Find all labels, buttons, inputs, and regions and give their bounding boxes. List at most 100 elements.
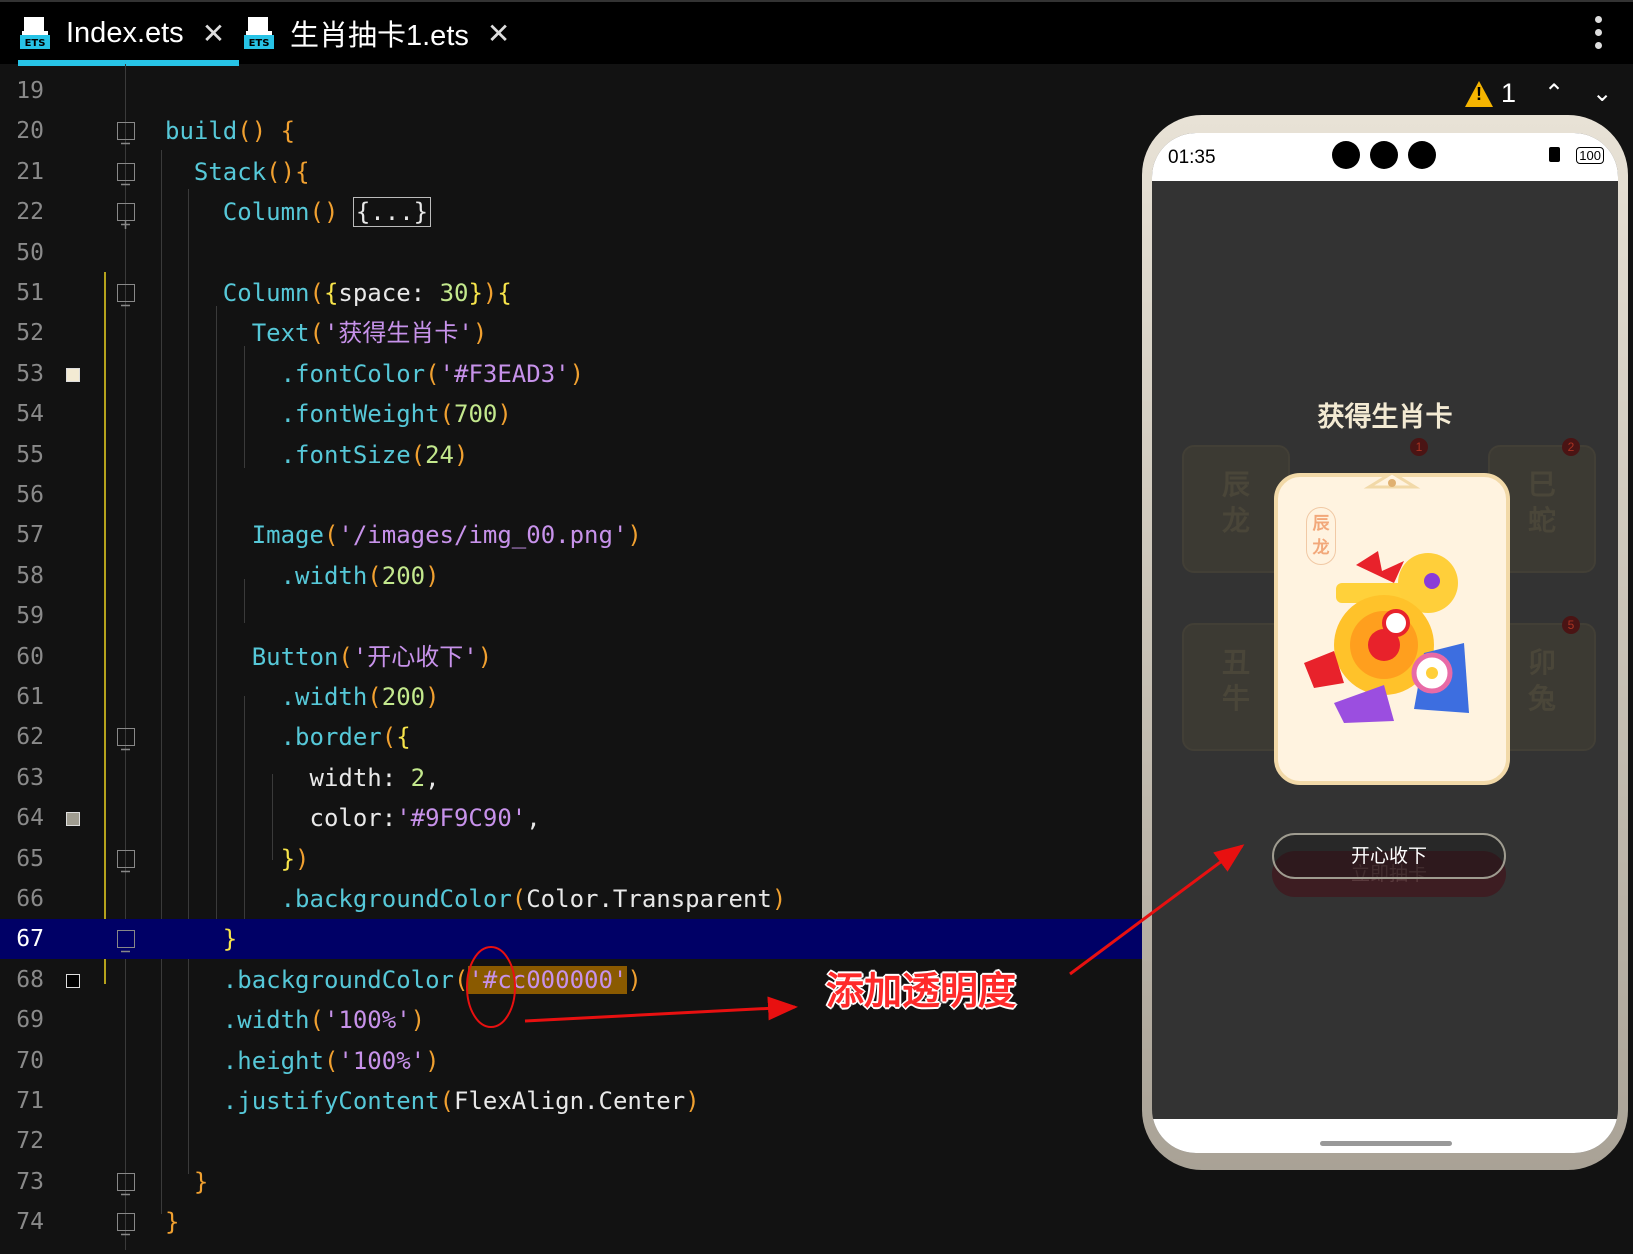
- tab-label: 生肖抽卡1.ets: [290, 20, 469, 52]
- chevron-up-icon[interactable]: ⌃: [1544, 79, 1564, 108]
- line-number[interactable]: 60: [0, 637, 44, 677]
- fold-collapse-icon[interactable]: [117, 728, 135, 751]
- status-bar: 01:35 100: [1152, 133, 1618, 181]
- code-text[interactable]: build() {: [165, 111, 295, 151]
- more-options-icon[interactable]: [1595, 16, 1603, 55]
- phone-screen: 01:35 100 辰龙 1 巳蛇 2 丑牛 卯兔 5 获得生肖卡 辰龙 立即抽…: [1152, 133, 1618, 1153]
- fold-collapse-icon[interactable]: [117, 162, 135, 186]
- line-number[interactable]: 62: [0, 717, 44, 757]
- line-number[interactable]: 56: [0, 475, 44, 515]
- fold-expand-icon[interactable]: [117, 203, 135, 230]
- line-number[interactable]: 69: [0, 1000, 44, 1040]
- warning-count: 1: [1501, 78, 1517, 108]
- line-number[interactable]: 72: [0, 1121, 44, 1161]
- code-text[interactable]: .justifyContent(FlexAlign.Center): [165, 1081, 700, 1121]
- tab-zodiac-card-ets[interactable]: ETS 生肖抽卡1.ets ✕: [242, 2, 510, 64]
- fold-collapse-icon[interactable]: [117, 122, 135, 145]
- code-line[interactable]: 74}: [0, 1202, 1633, 1242]
- color-swatch-icon[interactable]: [66, 973, 80, 988]
- close-icon[interactable]: ✕: [202, 17, 225, 50]
- card-badge: 2: [1562, 438, 1580, 456]
- zodiac-card: 辰龙: [1274, 473, 1510, 785]
- home-indicator[interactable]: [1320, 1141, 1452, 1146]
- code-text[interactable]: .width(200): [165, 677, 440, 717]
- line-number[interactable]: 61: [0, 677, 44, 717]
- accept-button[interactable]: 开心收下: [1272, 833, 1506, 879]
- fold-collapse-icon[interactable]: [117, 930, 135, 953]
- line-number[interactable]: 22: [0, 192, 44, 232]
- line-number[interactable]: 53: [0, 354, 44, 394]
- line-number[interactable]: 66: [0, 879, 44, 919]
- line-number[interactable]: 73: [0, 1162, 44, 1202]
- code-text[interactable]: }: [165, 919, 237, 959]
- code-text[interactable]: .backgroundColor(Color.Transparent): [165, 879, 787, 919]
- code-text[interactable]: .border({: [165, 717, 411, 757]
- code-text[interactable]: width: 2,: [165, 758, 439, 798]
- code-text[interactable]: Column() {...}: [165, 192, 432, 232]
- preview-title: 获得生肖卡: [1317, 402, 1453, 433]
- line-number[interactable]: 65: [0, 839, 44, 879]
- tab-index-ets[interactable]: ETS Index.ets ✕: [18, 2, 240, 66]
- code-text[interactable]: }: [165, 1162, 208, 1202]
- line-number[interactable]: 50: [0, 233, 44, 273]
- line-number[interactable]: 74: [0, 1202, 44, 1242]
- code-text[interactable]: Button('开心收下'): [165, 637, 493, 677]
- status-time: 01:35: [1168, 147, 1216, 168]
- ghost-card-text: 辰龙: [1221, 468, 1250, 537]
- code-text[interactable]: Stack(){: [165, 152, 310, 192]
- fold-collapse-icon[interactable]: [117, 1172, 135, 1196]
- code-line[interactable]: 67 }: [0, 919, 1145, 960]
- line-number[interactable]: 57: [0, 515, 44, 555]
- line-number[interactable]: 70: [0, 1041, 44, 1081]
- code-text[interactable]: .backgroundColor('#cc000000'): [165, 960, 642, 1000]
- line-number[interactable]: 63: [0, 758, 44, 798]
- line-number[interactable]: 64: [0, 798, 44, 838]
- ets-file-icon: ETS: [242, 15, 276, 51]
- navigation-bar: [1152, 1119, 1618, 1153]
- line-number[interactable]: 59: [0, 596, 44, 636]
- svg-text:ETS: ETS: [249, 38, 270, 49]
- dragon-illustration: [1304, 473, 1469, 723]
- line-number[interactable]: 20: [0, 111, 44, 151]
- fold-collapse-icon[interactable]: [117, 1213, 135, 1236]
- code-line[interactable]: 19: [0, 71, 1633, 111]
- line-number[interactable]: 52: [0, 313, 44, 353]
- code-text[interactable]: .fontWeight(700): [165, 394, 512, 434]
- color-swatch-icon[interactable]: [66, 812, 80, 827]
- code-text[interactable]: Image('/images/img_00.png'): [165, 515, 642, 555]
- line-number[interactable]: 71: [0, 1081, 44, 1121]
- line-number[interactable]: 54: [0, 394, 44, 434]
- code-text[interactable]: .height('100%'): [165, 1041, 440, 1081]
- line-number[interactable]: 51: [0, 273, 44, 313]
- code-text[interactable]: }): [165, 839, 310, 879]
- fold-collapse-icon[interactable]: [117, 849, 135, 872]
- line-number[interactable]: 68: [0, 960, 44, 1000]
- code-text[interactable]: Column({space: 30}){: [165, 273, 512, 313]
- line-number[interactable]: 19: [0, 71, 44, 111]
- ets-file-icon: ETS: [18, 15, 52, 51]
- code-text[interactable]: color:'#9F9C90',: [165, 798, 540, 838]
- inspection-widget[interactable]: 1 ⌃ ⌄: [1465, 78, 1612, 109]
- code-text[interactable]: Text('获得生肖卡'): [165, 313, 488, 353]
- lock-icon: [1549, 147, 1560, 162]
- line-number[interactable]: 55: [0, 435, 44, 475]
- code-text[interactable]: .fontColor('#F3EAD3'): [165, 354, 584, 394]
- card-badge: 5: [1562, 616, 1580, 634]
- code-text[interactable]: .width('100%'): [165, 1000, 425, 1040]
- card-badge: 1: [1410, 438, 1428, 456]
- device-preview: 01:35 100 辰龙 1 巳蛇 2 丑牛 卯兔 5 获得生肖卡 辰龙 立即抽…: [1142, 115, 1628, 1170]
- line-number[interactable]: 58: [0, 556, 44, 596]
- line-number[interactable]: 67: [0, 919, 44, 959]
- chevron-down-icon[interactable]: ⌄: [1592, 79, 1612, 108]
- code-text[interactable]: .fontSize(24): [165, 435, 469, 475]
- code-text[interactable]: }: [165, 1202, 179, 1242]
- color-swatch-icon[interactable]: [66, 367, 80, 382]
- battery-icon: 100: [1576, 147, 1604, 164]
- code-text[interactable]: .width(200): [165, 556, 440, 596]
- annotation-label: 添加透明度: [826, 969, 1017, 1013]
- fold-collapse-icon[interactable]: [117, 284, 135, 307]
- camera-icon: [1332, 141, 1360, 169]
- line-number[interactable]: 21: [0, 152, 44, 192]
- close-icon[interactable]: ✕: [487, 17, 510, 50]
- ghost-card-text: 丑牛: [1221, 646, 1250, 715]
